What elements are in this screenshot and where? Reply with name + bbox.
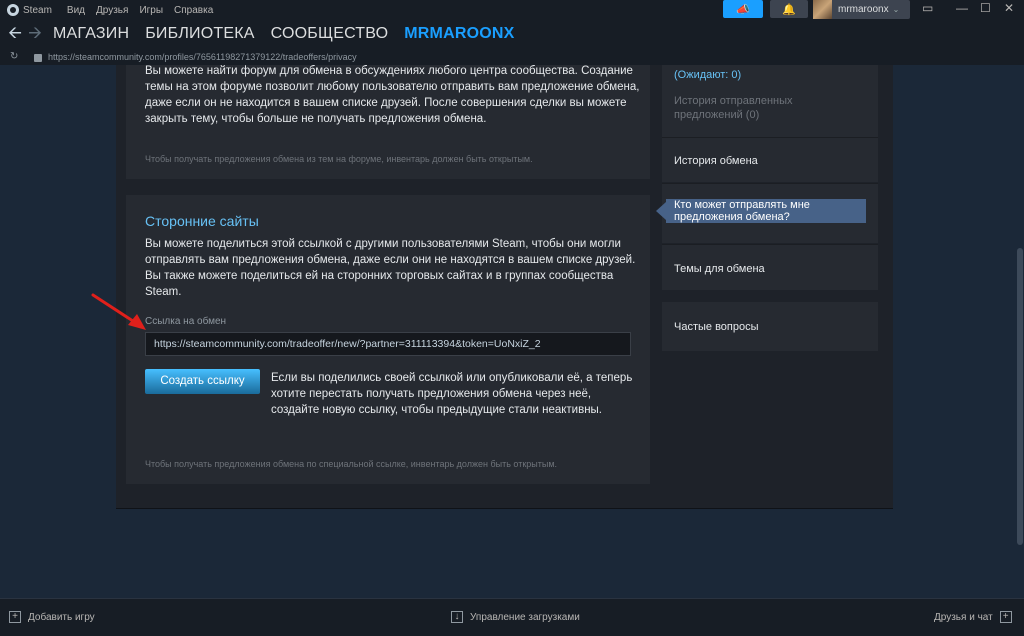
sidebar-sent-history-line1[interactable]: История отправленных [674, 94, 793, 108]
nav-bar: 🡨 🡪 МАГАЗИН БИБЛИОТЕКА СООБЩЕСТВО MRMARO… [0, 20, 1024, 48]
sidebar-sent-history-line2[interactable]: предложений (0) [674, 108, 759, 122]
trade-link-label: Ссылка на обмен [145, 316, 227, 327]
friends-chat-button[interactable]: Друзья и чат + [934, 611, 1012, 623]
menu-view[interactable]: Вид [67, 5, 85, 16]
close-icon[interactable]: ✕ [1004, 1, 1014, 15]
third-party-note: Чтобы получать предложения обмена по спе… [145, 459, 558, 469]
url-text[interactable]: https://steamcommunity.com/profiles/7656… [48, 52, 357, 62]
username-label: mrmaroonx [838, 4, 889, 15]
create-link-button[interactable]: Создать ссылку [145, 369, 260, 394]
menu-help[interactable]: Справка [174, 5, 213, 16]
back-arrow-icon[interactable]: 🡨 [5, 20, 25, 49]
section-title: Сторонние сайты [145, 213, 259, 229]
sidebar-block-sent: (Ожидают: 0) История отправленных предло… [662, 65, 878, 137]
menu-games[interactable]: Игры [139, 5, 163, 16]
notifications-button[interactable]: 🔔 [770, 0, 808, 18]
downloads-label: Управление загрузками [470, 611, 580, 623]
forum-text-line1: Вы можете найти форум для обмена в обсуж… [145, 65, 633, 77]
downloads-button[interactable]: ↓ Управление загрузками [451, 611, 580, 623]
forum-text-line4: закрыть тему, чтобы больше не получать п… [145, 113, 487, 125]
main-content: Вы можете найти форум для обмена в обсуж… [0, 65, 1024, 598]
forum-text-line2: темы на этом форуме позволит любому поль… [145, 81, 640, 93]
sidebar-item-trade-topics[interactable]: Темы для обмена [662, 244, 878, 290]
bottom-bar: + Добавить игру ↓ Управление загрузками … [0, 598, 1024, 636]
third-party-text-line3: Вы также можете поделиться ей на сторонн… [145, 270, 614, 282]
annotation-arrow-icon [91, 293, 146, 330]
sidebar-item-who-can-send[interactable]: Кто может отправлять мне предложения обм… [656, 199, 866, 223]
sidebar-trade-history-label: История обмена [674, 155, 758, 167]
lock-icon [34, 53, 42, 62]
sidebar-item-trade-history[interactable]: История обмена [662, 137, 878, 182]
trade-link-field[interactable]: https://steamcommunity.com/tradeoffer/ne… [145, 332, 631, 356]
third-party-text-line2: отправлять вам предложения обмена, даже … [145, 254, 636, 266]
big-picture-icon[interactable]: ▭ [922, 1, 933, 15]
sidebar: (Ожидают: 0) История отправленных предло… [654, 65, 886, 358]
menu-friends[interactable]: Друзья [96, 5, 128, 16]
user-menu[interactable]: mrmaroonx ⌄ [813, 0, 910, 19]
button-desc-line1: Если вы поделились своей ссылкой или опу… [271, 372, 633, 384]
nav-store[interactable]: МАГАЗИН [53, 25, 129, 43]
bell-icon: 🔔 [782, 3, 796, 16]
chevron-down-icon: ⌄ [892, 5, 900, 14]
who-can-send-line1: Кто может отправлять мне [674, 199, 810, 211]
forum-text-line3: даже если он не находится в вашем списке… [145, 97, 627, 109]
forum-note: Чтобы получать предложения обмена из тем… [145, 154, 533, 164]
forum-panel: Вы можете найти форум для обмена в обсуж… [126, 65, 650, 179]
plus-icon: + [9, 611, 21, 623]
url-bar: ↻ https://steamcommunity.com/profiles/76… [0, 48, 1024, 65]
plus-icon: + [999, 611, 1012, 623]
announcements-button[interactable]: 📣 [723, 0, 763, 18]
steam-logo-icon [7, 4, 19, 16]
menu-steam[interactable]: Steam [23, 5, 52, 16]
nav-community[interactable]: СООБЩЕСТВО [271, 25, 389, 43]
sidebar-trade-topics-label: Темы для обмена [674, 263, 765, 275]
download-icon: ↓ [451, 611, 463, 623]
sidebar-faq-label: Частые вопросы [674, 321, 759, 333]
reload-icon[interactable]: ↻ [10, 51, 24, 62]
minimize-icon[interactable]: — [956, 1, 968, 15]
sidebar-item-faq[interactable]: Частые вопросы [662, 302, 878, 351]
create-link-description: Если вы поделились своей ссылкой или опу… [271, 370, 636, 418]
megaphone-icon: 📣 [736, 3, 750, 16]
avatar [813, 0, 832, 19]
who-can-send-line2: предложения обмена? [674, 211, 790, 223]
forward-arrow-icon[interactable]: 🡪 [25, 20, 45, 49]
sidebar-waiting[interactable]: (Ожидают: 0) [674, 68, 741, 82]
third-party-text-line1: Вы можете поделиться этой ссылкой с друг… [145, 238, 621, 250]
button-desc-line3: создайте новую ссылку, чтобы предыдущие … [271, 404, 603, 416]
add-game-label: Добавить игру [28, 611, 95, 623]
nav-library[interactable]: БИБЛИОТЕКА [145, 25, 254, 43]
button-desc-line2: хотите перестать получать предложения об… [271, 388, 592, 400]
nav-profile[interactable]: MRMAROONX [404, 25, 514, 43]
scrollbar-thumb[interactable] [1017, 248, 1023, 545]
maximize-icon[interactable]: ☐ [980, 1, 991, 15]
friends-chat-label: Друзья и чат [934, 611, 993, 623]
third-party-panel: Сторонние сайты Вы можете поделиться это… [126, 195, 650, 484]
add-game-button[interactable]: + Добавить игру [9, 611, 95, 623]
